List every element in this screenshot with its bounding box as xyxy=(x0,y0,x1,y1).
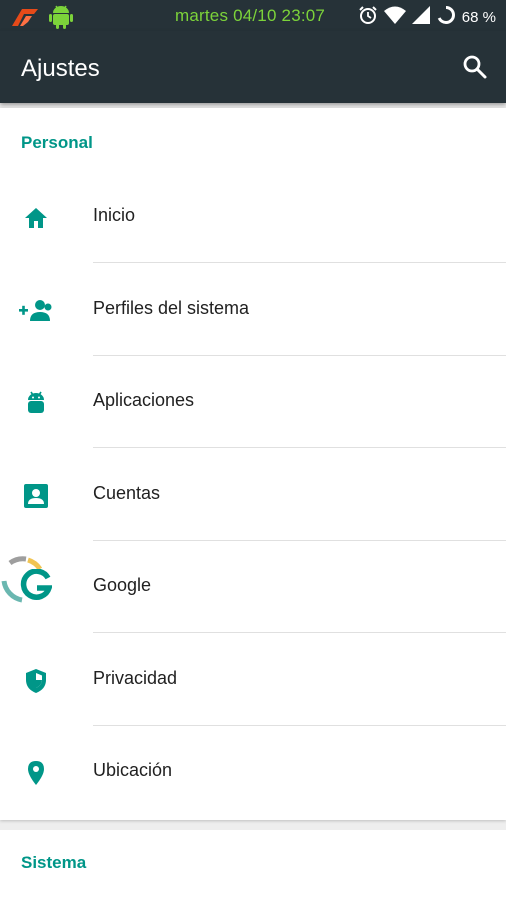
settings-item-label: Cuentas xyxy=(93,483,161,503)
home-icon xyxy=(25,208,47,228)
settings-item-label: Perfiles del sistema xyxy=(93,298,250,318)
settings-item-label: Privacidad xyxy=(93,668,178,688)
add-people-icon xyxy=(19,300,52,321)
settings-item-label: Ubicación xyxy=(93,760,173,780)
sistema-section-card: Sistema xyxy=(0,830,506,900)
settings-item-ubicacion[interactable]: Ubicación xyxy=(0,726,506,818)
status-right-icons: 68 % xyxy=(358,5,496,29)
settings-item-privacidad[interactable]: Privacidad xyxy=(0,634,506,726)
divider xyxy=(93,262,506,263)
divider xyxy=(93,447,506,448)
alarm-icon xyxy=(358,5,378,29)
settings-item-label: Google xyxy=(93,575,152,595)
wifi-icon xyxy=(383,6,406,28)
settings-item-label: Inicio xyxy=(93,205,136,225)
section-title-sistema: Sistema xyxy=(21,853,87,872)
shield-icon xyxy=(26,669,46,693)
search-button[interactable] xyxy=(462,54,488,85)
page-title: Ajustes xyxy=(21,55,100,82)
search-icon xyxy=(463,55,487,79)
account-box-icon xyxy=(24,484,48,508)
personal-section-card: Personal Inicio Perfiles del sistema Apl… xyxy=(0,108,506,820)
app-toolbar: Ajustes xyxy=(0,31,506,103)
settings-item-label: Aplicaciones xyxy=(93,390,195,410)
settings-item-inicio[interactable]: Inicio xyxy=(0,171,506,263)
settings-item-cuentas[interactable]: Cuentas xyxy=(0,449,506,541)
settings-item-aplicaciones[interactable]: Aplicaciones xyxy=(0,356,506,448)
location-pin-icon xyxy=(28,761,44,785)
settings-item-google[interactable]: Google xyxy=(0,541,506,633)
section-title-personal: Personal xyxy=(21,133,93,152)
android-icon xyxy=(28,391,44,413)
battery-icon xyxy=(436,5,456,29)
settings-item-perfiles[interactable]: Perfiles del sistema xyxy=(0,264,506,356)
battery-percent: 68 % xyxy=(461,8,496,26)
divider xyxy=(93,632,506,633)
app-notification-icon xyxy=(10,6,40,33)
status-bar: martes 04/10 23:07 68 % xyxy=(0,0,506,31)
signal-icon xyxy=(411,6,430,28)
google-icon xyxy=(20,569,52,600)
status-datetime: martes 04/10 23:07 xyxy=(175,6,326,25)
